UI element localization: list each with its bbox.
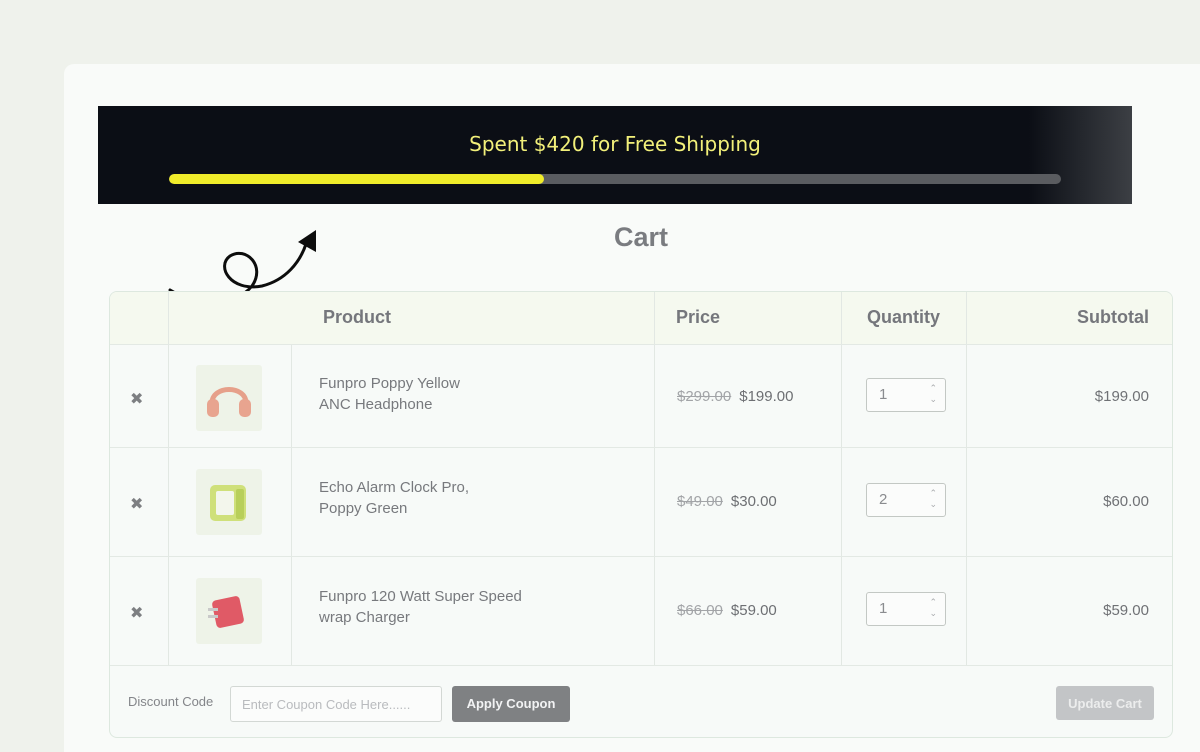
cart-row: ✖ Funpro 120 Watt Super Speed wrap Charg…	[110, 556, 1172, 665]
quantity-value: 1	[879, 386, 888, 403]
product-name[interactable]: Funpro 120 Watt Super Speed wrap Charger	[319, 586, 522, 628]
update-cart-button[interactable]: Update Cart	[1056, 686, 1154, 720]
quantity-stepper[interactable]: 2 ⌃ ⌄	[866, 483, 946, 517]
remove-item-button[interactable]: ✖	[130, 494, 143, 514]
coupon-input[interactable]: Enter Coupon Code Here......	[230, 686, 442, 722]
free-shipping-banner: Spent $420 for Free Shipping	[98, 106, 1132, 204]
product-name[interactable]: Echo Alarm Clock Pro, Poppy Green	[319, 477, 469, 519]
sale-price: $199.00	[739, 388, 794, 405]
column-header-price: Price	[676, 307, 721, 327]
cart-actions: Discount Code Enter Coupon Code Here....…	[110, 665, 1172, 737]
quantity-value: 2	[879, 491, 888, 508]
item-subtotal: $60.00	[1103, 493, 1149, 510]
cart-table-header: Product Price Quantity Subtotal	[110, 292, 1172, 344]
alarm-clock-icon[interactable]	[196, 469, 262, 535]
quantity-stepper[interactable]: 1 ⌃ ⌄	[866, 378, 946, 412]
apply-coupon-button[interactable]: Apply Coupon	[452, 686, 570, 722]
free-shipping-progress-fill	[169, 174, 544, 184]
remove-item-button[interactable]: ✖	[130, 603, 143, 623]
charger-icon[interactable]	[196, 578, 262, 644]
cart-row: ✖ Echo Alarm Clock Pro, Poppy Green $49.…	[110, 447, 1172, 556]
column-header-product: Product	[323, 307, 392, 327]
original-price: $299.00	[677, 388, 732, 405]
item-price: $66.00 $59.00	[677, 602, 777, 619]
remove-item-button[interactable]: ✖	[130, 389, 143, 409]
cart-row: ✖ Funpro Poppy Yellow ANC Headphone $299…	[110, 344, 1172, 453]
sale-price: $59.00	[730, 602, 777, 619]
discount-code-label: Discount Code	[128, 694, 214, 709]
original-price: $66.00	[677, 602, 723, 619]
quantity-stepper[interactable]: 1 ⌃ ⌄	[866, 592, 946, 626]
free-shipping-message: Spent $420 for Free Shipping	[469, 132, 761, 156]
headphone-icon[interactable]	[196, 365, 262, 431]
cart-table: Product Price Quantity Subtotal ✖ Funpro…	[109, 291, 1173, 738]
quantity-spin-icon[interactable]: ⌃ ⌄	[929, 597, 937, 619]
item-subtotal: $199.00	[1094, 388, 1149, 405]
item-subtotal: $59.00	[1103, 602, 1149, 619]
item-price: $299.00 $199.00	[677, 388, 793, 405]
column-header-quantity: Quantity	[867, 307, 941, 327]
quantity-spin-icon[interactable]: ⌃ ⌄	[929, 488, 937, 510]
item-price: $49.00 $30.00	[677, 493, 777, 510]
original-price: $49.00	[677, 493, 723, 510]
sale-price: $30.00	[730, 493, 777, 510]
free-shipping-progress	[169, 174, 1061, 184]
quantity-spin-icon[interactable]: ⌃ ⌄	[929, 383, 937, 405]
quantity-value: 1	[879, 600, 888, 617]
product-name[interactable]: Funpro Poppy Yellow ANC Headphone	[319, 373, 460, 415]
column-header-subtotal: Subtotal	[1077, 307, 1149, 327]
